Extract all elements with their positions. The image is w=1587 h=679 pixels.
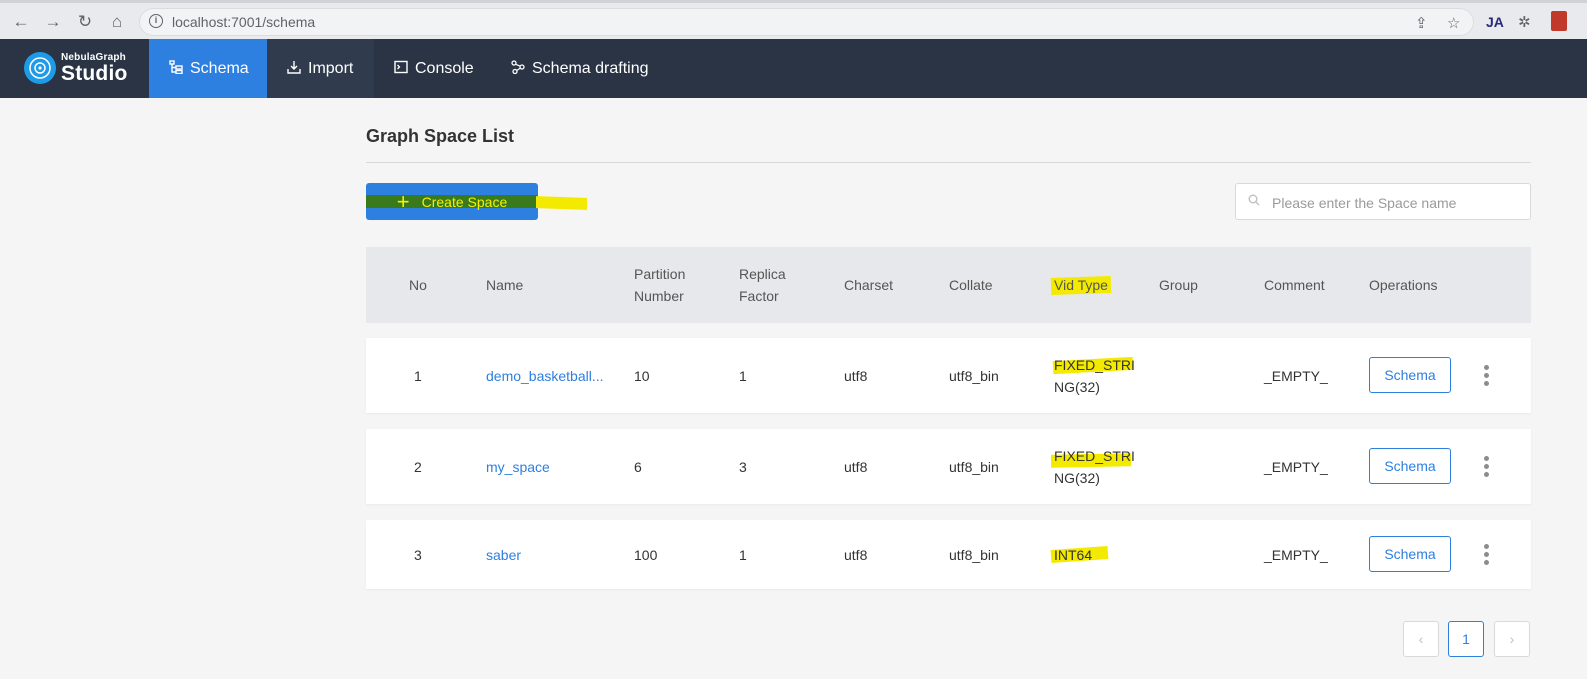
forward-icon[interactable]: → <box>40 9 66 35</box>
cell-collate: utf8_bin <box>949 546 999 563</box>
app-navbar: NebulaGraph Studio Schema Import Console… <box>0 39 1587 98</box>
reload-icon[interactable]: ↻ <box>72 9 98 35</box>
cell-collate: utf8_bin <box>949 367 999 384</box>
nav-schema-drafting-label: Schema drafting <box>532 59 649 77</box>
vid-type-value: FIXED_STRI NG(32) <box>1050 445 1135 489</box>
space-search-input[interactable] <box>1270 192 1524 214</box>
cell-partition: 10 <box>634 367 650 384</box>
header-collate: Collate <box>949 277 993 293</box>
cell-replica: 1 <box>739 367 747 384</box>
nav-schema-drafting[interactable]: Schema drafting <box>492 39 672 98</box>
browser-toolbar: ← → ↻ ⌂ i localhost:7001/schema ⇪ ☆ JA ✲ <box>0 0 1587 39</box>
create-space-button[interactable]: + Create Space <box>366 183 538 220</box>
header-name: Name <box>486 277 524 293</box>
header-vid-type: Vid Type <box>1054 247 1108 323</box>
header-partition-number: Partition Number <box>634 247 685 323</box>
logo-product-text: Studio <box>61 62 128 85</box>
extension-ja-icon[interactable]: JA <box>1486 14 1504 30</box>
pagination-page-1[interactable]: 1 <box>1448 621 1484 657</box>
more-options-icon[interactable] <box>1478 539 1494 569</box>
home-icon[interactable]: ⌂ <box>104 9 130 35</box>
vid-type-line2: NG(32) <box>1054 378 1100 395</box>
header-replica-line1: Replica <box>739 266 786 282</box>
table-row: 2 my_space 6 3 utf8 utf8_bin FIXED_STRI … <box>366 429 1531 504</box>
nav-schema-label: Schema <box>190 59 249 77</box>
nav-console[interactable]: Console <box>374 39 492 98</box>
more-options-icon[interactable] <box>1478 451 1494 481</box>
table-row: 3 saber 100 1 utf8 utf8_bin INT64 _EMPTY… <box>366 520 1531 589</box>
title-divider <box>366 162 1531 163</box>
cell-collate: utf8_bin <box>949 458 999 475</box>
highlight-mark-tail <box>536 196 587 210</box>
cell-no: 3 <box>414 546 422 563</box>
schema-button[interactable]: Schema <box>1369 536 1451 572</box>
nav-import-label: Import <box>308 59 354 77</box>
table-header: No Name Partition Number Replica Factor … <box>366 247 1531 323</box>
schema-button[interactable]: Schema <box>1369 357 1451 393</box>
vid-type-highlight: Vid Type <box>1054 274 1108 296</box>
page-title: Graph Space List <box>366 126 515 146</box>
space-search-box[interactable] <box>1235 183 1531 220</box>
header-charset: Charset <box>844 277 894 293</box>
pagination-prev-button[interactable]: ‹ <box>1403 621 1439 657</box>
schema-tree-icon <box>169 60 183 77</box>
share-icon[interactable]: ⇪ <box>1415 14 1428 32</box>
import-icon <box>287 60 301 77</box>
cell-comment: _EMPTY_ <box>1264 367 1328 384</box>
cell-replica: 1 <box>739 546 747 563</box>
space-name-link[interactable]: demo_basketball... <box>486 338 604 413</box>
nav-import[interactable]: Import <box>267 39 374 98</box>
cell-vid-type: FIXED_STRI NG(32) <box>1050 429 1135 504</box>
vid-type-line1: FIXED_STRI <box>1054 356 1135 373</box>
vid-type-value: FIXED_STRI NG(32) <box>1052 354 1135 398</box>
space-name-link[interactable]: saber <box>486 520 521 589</box>
cell-comment: _EMPTY_ <box>1264 546 1328 563</box>
header-vid-type-label: Vid Type <box>1054 277 1108 293</box>
cell-vid-type: FIXED_STRI NG(32) <box>1052 338 1135 413</box>
address-url[interactable]: localhost:7001/schema <box>172 14 315 30</box>
schema-drafting-icon <box>511 60 525 77</box>
header-comment: Comment <box>1264 277 1325 293</box>
cell-no: 2 <box>414 458 422 475</box>
console-icon <box>394 60 408 77</box>
cell-comment: _EMPTY_ <box>1264 458 1328 475</box>
vid-type-line1: INT64 <box>1054 546 1093 563</box>
vid-type-value: INT64 <box>1050 544 1109 566</box>
header-partition-line2: Number <box>634 288 684 304</box>
create-space-label: Create Space <box>421 193 508 210</box>
space-name-link[interactable]: my_space <box>486 429 550 504</box>
address-bar[interactable]: i localhost:7001/schema ⇪ ☆ <box>139 8 1474 36</box>
extension-badge-icon[interactable] <box>1551 11 1567 31</box>
cell-partition: 100 <box>634 546 658 563</box>
schema-button[interactable]: Schema <box>1369 448 1451 484</box>
site-info-icon[interactable]: i <box>149 14 163 28</box>
nebula-logo-icon[interactable] <box>24 52 56 84</box>
cell-charset: utf8 <box>844 458 868 475</box>
cell-no: 1 <box>414 367 422 384</box>
header-replica-factor: Replica Factor <box>739 247 786 323</box>
extension-puzzle-icon[interactable]: ✲ <box>1518 13 1531 31</box>
cell-replica: 3 <box>739 458 747 475</box>
cell-partition: 6 <box>634 458 642 475</box>
header-partition-line1: Partition <box>634 266 686 282</box>
nav-console-label: Console <box>415 59 474 77</box>
vid-type-line2: NG(32) <box>1054 469 1100 486</box>
search-icon <box>1248 194 1260 209</box>
header-operations: Operations <box>1369 277 1438 293</box>
header-no: No <box>409 277 427 293</box>
cell-charset: utf8 <box>844 546 868 563</box>
back-icon[interactable]: ← <box>8 9 34 35</box>
header-replica-line2: Factor <box>739 288 779 304</box>
cell-vid-type: INT64 <box>1050 520 1109 589</box>
pagination-next-button[interactable]: › <box>1494 621 1530 657</box>
nav-schema[interactable]: Schema <box>149 39 267 98</box>
cell-charset: utf8 <box>844 367 868 384</box>
more-options-icon[interactable] <box>1478 360 1494 390</box>
vid-type-line1: FIXED_STRI <box>1054 447 1135 464</box>
bookmark-star-icon[interactable]: ☆ <box>1447 14 1460 32</box>
plus-icon: + <box>396 188 410 214</box>
header-group: Group <box>1159 277 1198 293</box>
table-row: 1 demo_basketball... 10 1 utf8 utf8_bin … <box>366 338 1531 413</box>
